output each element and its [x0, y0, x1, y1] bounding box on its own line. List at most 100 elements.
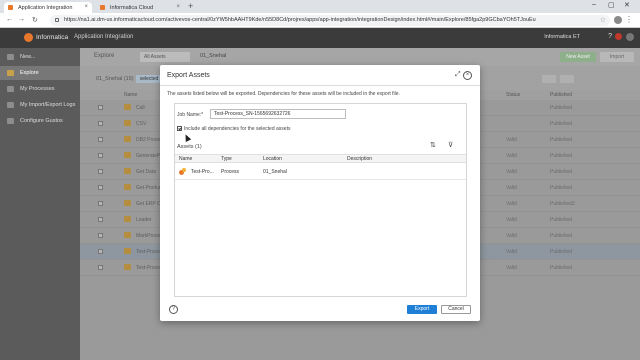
column-type[interactable]: Type	[221, 156, 232, 162]
help-icon[interactable]: ?	[169, 305, 178, 314]
sidebar-item-configure[interactable]: Configure Gustos	[0, 114, 80, 128]
maximize-icon[interactable]: ▢	[608, 1, 615, 9]
gear-icon	[7, 118, 14, 124]
user-avatar[interactable]	[626, 33, 634, 41]
selection-tag[interactable]: selected	[136, 75, 162, 83]
asset-icon	[124, 104, 131, 110]
row-checkbox[interactable]	[98, 153, 103, 158]
column-name[interactable]: Name	[179, 156, 192, 162]
new-asset-button[interactable]: New Asset	[560, 52, 596, 62]
sort-icon[interactable]: ⇅	[430, 141, 436, 149]
notification-icon[interactable]	[615, 33, 622, 40]
filter-icon[interactable]: ⊽	[448, 141, 453, 149]
informatica-favicon-icon	[100, 5, 105, 10]
asset-published: Published	[550, 249, 572, 255]
row-checkbox[interactable]	[98, 137, 103, 142]
sidebar-item-label: Configure Gustos	[20, 118, 63, 124]
asset-status: Valid	[506, 185, 517, 191]
asset-icon	[124, 248, 131, 254]
sort-button[interactable]	[542, 75, 556, 83]
sidebar-item-label: New...	[20, 54, 36, 60]
lock-icon	[55, 18, 59, 22]
import-button[interactable]: Import	[600, 52, 634, 62]
include-dependencies-checkbox[interactable]	[177, 126, 182, 131]
asset-published: Published	[550, 185, 572, 191]
profile-avatar[interactable]	[614, 16, 622, 24]
sidebar-item-label: My Import/Export Logs	[20, 102, 76, 108]
sidebar-item-my-processes[interactable]: My Processes	[0, 82, 80, 96]
asset-icon	[124, 200, 131, 206]
asset-location: 01_Snehal	[263, 169, 287, 175]
plus-icon	[7, 54, 14, 60]
asset-published: Published2	[550, 201, 575, 207]
row-checkbox[interactable]	[98, 201, 103, 206]
browser-tab-app-integration[interactable]: Application Integration ×	[4, 2, 92, 13]
column-description[interactable]: Description	[347, 156, 372, 162]
assets-table-header: Name Type Location Description	[175, 154, 466, 163]
row-checkbox[interactable]	[98, 105, 103, 110]
reload-icon[interactable]: ↻	[32, 16, 38, 24]
dialog-note: The assets listed below will be exported…	[167, 91, 400, 97]
url-field[interactable]: https://na1.ai.dm-us.informaticacloud.co…	[50, 15, 610, 26]
asset-filter-dropdown[interactable]: All Assets	[140, 52, 190, 62]
column-status[interactable]: Status	[506, 92, 520, 98]
row-checkbox[interactable]	[98, 265, 103, 270]
breadcrumb[interactable]: 01_Snehal	[200, 53, 226, 59]
asset-name[interactable]: CSV	[136, 121, 146, 127]
row-checkbox[interactable]	[98, 121, 103, 126]
module-name: Application Integration	[74, 34, 134, 40]
asset-status: Valid	[506, 217, 517, 223]
user-name[interactable]: Informatica ET	[544, 34, 580, 40]
new-tab-icon[interactable]: +	[188, 1, 193, 11]
asset-name[interactable]: Call	[136, 105, 145, 111]
forward-icon[interactable]: →	[18, 16, 25, 23]
brand-name: Informatica	[36, 34, 69, 41]
informatica-logo-icon	[24, 33, 33, 42]
row-checkbox[interactable]	[98, 233, 103, 238]
row-checkbox[interactable]	[98, 185, 103, 190]
view-button[interactable]	[560, 75, 574, 83]
folder-icon	[7, 70, 14, 76]
expand-icon[interactable]: ⤢	[455, 71, 461, 79]
asset-status: Valid	[506, 233, 517, 239]
tab-close-icon[interactable]: ×	[84, 4, 88, 10]
sidebar-item-import-export-logs[interactable]: My Import/Export Logs	[0, 98, 80, 112]
explore-toolbar: Explore All Assets 01_Snehal New Asset I…	[80, 48, 640, 66]
asset-status: Valid	[506, 249, 517, 255]
back-icon[interactable]: ←	[6, 16, 13, 23]
row-checkbox[interactable]	[98, 169, 103, 174]
asset-name[interactable]: Loader	[136, 217, 152, 223]
export-assets-dialog: Export Assets ⤢ × The assets listed belo…	[160, 65, 480, 321]
asset-name[interactable]: Get Data	[136, 169, 156, 175]
row-checkbox[interactable]	[98, 217, 103, 222]
sidebar-item-new[interactable]: New...	[0, 50, 80, 64]
asset-name[interactable]: Get Product	[136, 185, 163, 191]
job-name-input[interactable]: Test-Process_SN-1565692632726	[210, 109, 346, 119]
bookmark-star-icon[interactable]: ☆	[600, 16, 606, 24]
column-location[interactable]: Location	[263, 156, 282, 162]
asset-published: Published	[550, 217, 572, 223]
row-checkbox[interactable]	[98, 249, 103, 254]
asset-name: Test-Pro...	[191, 169, 214, 175]
job-name-label: Job Name:*	[177, 112, 204, 118]
sidebar-item-explore[interactable]: Explore	[0, 66, 80, 80]
close-icon[interactable]: ×	[463, 71, 472, 80]
tab-close-icon[interactable]: ×	[176, 4, 180, 10]
minimize-icon[interactable]: –	[592, 1, 596, 8]
asset-icon	[124, 216, 131, 222]
logs-icon	[7, 102, 14, 108]
asset-published: Published	[550, 105, 572, 111]
browser-tab-informatica-cloud[interactable]: Informatica Cloud ×	[96, 2, 184, 13]
column-published[interactable]: Published	[550, 92, 572, 98]
include-dependencies-label[interactable]: Include all dependencies for the selecte…	[184, 126, 290, 132]
browser-menu-icon[interactable]: ⋮	[625, 15, 633, 24]
table-row[interactable]: Test-Pro... Process 01_Snehal	[175, 163, 466, 180]
help-icon[interactable]: ?	[608, 33, 612, 40]
column-name[interactable]: Name	[124, 92, 137, 98]
window-close-icon[interactable]: ✕	[624, 1, 630, 9]
export-button[interactable]: Export	[407, 305, 437, 314]
asset-published: Published	[550, 121, 572, 127]
asset-status: Valid	[506, 169, 517, 175]
asset-published: Published	[550, 169, 572, 175]
cancel-button[interactable]: Cancel	[441, 305, 471, 314]
